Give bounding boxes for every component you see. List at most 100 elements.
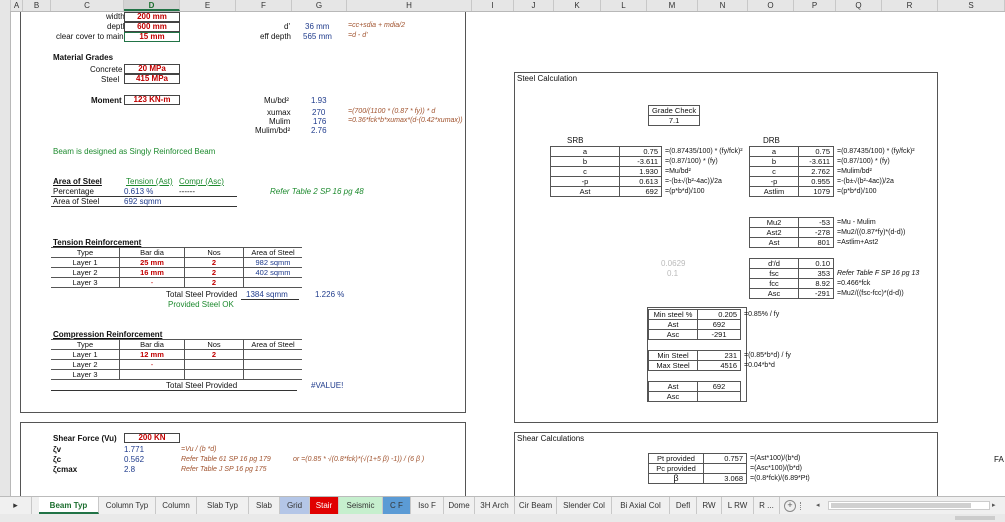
table-cell: -p bbox=[550, 176, 620, 187]
worksheet-area[interactable]: width 200 mm depth 600 mm clear cover to… bbox=[11, 12, 1005, 496]
drb-label: DRB bbox=[763, 136, 780, 145]
nos-input[interactable]: 2 bbox=[184, 267, 244, 278]
depth-input[interactable]: 600 mm bbox=[124, 22, 180, 32]
sheet-tab[interactable]: Grid bbox=[280, 497, 310, 514]
area-compr-header: Compr (Asc) bbox=[179, 177, 224, 186]
sheet-tab[interactable]: L RW bbox=[722, 497, 754, 514]
tc-label: ζc bbox=[53, 455, 62, 464]
tension-total-pct: 1.226 % bbox=[315, 290, 345, 299]
table-cell: Layer 1 bbox=[51, 257, 120, 268]
table-row: β 3.068 =(0.8*fck)/(6.89*Pt) bbox=[648, 473, 813, 484]
mulimbd-value: 2.76 bbox=[311, 126, 327, 135]
bar-dia-input[interactable]: 25 mm bbox=[119, 257, 185, 268]
sheet-tab[interactable]: 3H Arch bbox=[475, 497, 515, 514]
nos-input[interactable]: 2 bbox=[184, 257, 244, 268]
table-cell: Asc bbox=[749, 288, 799, 299]
tension-header-aos: Area of Steel bbox=[243, 247, 302, 258]
col-header-h[interactable]: H bbox=[347, 0, 472, 11]
sheet-tab[interactable]: Beam Typ bbox=[39, 497, 99, 514]
table-cell: Layer 3 bbox=[51, 277, 120, 288]
tab-splitter-handle[interactable] bbox=[800, 502, 804, 510]
sheet-tab[interactable]: Slab bbox=[249, 497, 280, 514]
nos-input[interactable] bbox=[184, 359, 244, 370]
tension-total-label: Total Steel Provided bbox=[166, 290, 238, 299]
sheet-tab[interactable]: Column Typ bbox=[99, 497, 156, 514]
col-header-j[interactable]: J bbox=[514, 0, 554, 11]
srb-label: SRB bbox=[567, 136, 584, 145]
sheet-tab[interactable]: Column bbox=[156, 497, 197, 514]
col-header-q[interactable]: Q bbox=[836, 0, 882, 11]
col-header-n[interactable]: N bbox=[698, 0, 748, 11]
zoom-slider[interactable] bbox=[955, 516, 995, 520]
width-input[interactable]: 200 mm bbox=[124, 12, 180, 22]
scroll-tabs-right-icon[interactable]: ▸ bbox=[0, 497, 32, 514]
col-header-b[interactable]: B bbox=[23, 0, 51, 11]
col-header-e[interactable]: E bbox=[180, 0, 236, 11]
aos-label: Area of Steel bbox=[53, 197, 100, 206]
sheet-tab[interactable]: RW bbox=[697, 497, 722, 514]
table-cell: Min steel % bbox=[648, 309, 698, 320]
table-cell: 1.930 bbox=[619, 166, 662, 177]
col-header-f[interactable]: F bbox=[236, 0, 292, 11]
scroll-right-icon[interactable]: ▸ bbox=[992, 501, 998, 509]
moment-input[interactable]: 123 KN-m bbox=[124, 95, 180, 105]
col-header-r[interactable]: R bbox=[882, 0, 938, 11]
table-row: Ast2 -278 =Mu2/((0.87*fy)*(d-d)) bbox=[749, 227, 909, 238]
shear-force-input[interactable]: 200 KN bbox=[124, 433, 180, 443]
bar-dia-input[interactable]: 12 mm bbox=[119, 349, 185, 360]
divider bbox=[51, 206, 237, 207]
col-header-i[interactable]: I bbox=[472, 0, 514, 11]
sheet-tab[interactable]: R ... bbox=[754, 497, 780, 514]
concrete-input[interactable]: 20 MPa bbox=[124, 64, 180, 74]
col-header-p[interactable]: P bbox=[794, 0, 836, 11]
sheet-tab[interactable]: Cir Beam bbox=[515, 497, 557, 514]
table-row: Asc -291 =Mu2/((fsc-fcc)*(d-d)) bbox=[749, 288, 923, 299]
sheet-tab[interactable]: Slab Typ bbox=[197, 497, 249, 514]
col-header-l[interactable]: L bbox=[601, 0, 647, 11]
grade-check-label: Grade Check bbox=[647, 105, 701, 116]
scroll-left-icon[interactable]: ◂ bbox=[816, 501, 822, 509]
horizontal-scrollbar[interactable] bbox=[828, 501, 990, 510]
scrollbar-thumb[interactable] bbox=[831, 503, 971, 508]
table-cell: 692 bbox=[697, 319, 741, 330]
nos-input[interactable]: 2 bbox=[184, 277, 244, 288]
add-sheet-icon[interactable]: + bbox=[784, 500, 796, 512]
col-header-m[interactable]: M bbox=[647, 0, 698, 11]
nos-input[interactable] bbox=[184, 369, 244, 380]
table-cell: 692 bbox=[619, 186, 662, 197]
sheet-tab[interactable]: Iso F bbox=[411, 497, 444, 514]
table-row: Pc provided =(Asc*100)/(b*d) bbox=[648, 463, 813, 474]
bar-dia-input[interactable]: - bbox=[119, 359, 185, 370]
sheet-tab[interactable]: Bi Axial Col bbox=[612, 497, 670, 514]
sheet-tab[interactable]: C F bbox=[383, 497, 411, 514]
sheet-tab[interactable]: Defl bbox=[670, 497, 697, 514]
col-header-c[interactable]: C bbox=[51, 0, 124, 11]
tc-value: 0.562 bbox=[124, 455, 145, 464]
steel-input[interactable]: 415 MPa bbox=[124, 74, 180, 84]
compression-header-bardia: Bar dia bbox=[119, 339, 185, 350]
mulim-value: 176 bbox=[313, 117, 327, 126]
nos-input[interactable]: 2 bbox=[184, 349, 244, 360]
sheet-tab[interactable]: Slender Col bbox=[557, 497, 612, 514]
table-cell: 0.205 bbox=[697, 309, 741, 320]
cover-input[interactable]: 15 mm bbox=[124, 32, 180, 42]
bar-dia-input[interactable]: 16 mm bbox=[119, 267, 185, 278]
sheet-tab[interactable]: Seismic bbox=[339, 497, 383, 514]
select-all-corner[interactable] bbox=[0, 0, 11, 11]
bar-dia-input[interactable] bbox=[119, 369, 185, 380]
col-header-d[interactable]: D bbox=[124, 0, 180, 11]
table-cell: -53 bbox=[798, 217, 834, 228]
col-header-a[interactable]: A bbox=[11, 0, 23, 11]
col-header-g[interactable]: G bbox=[292, 0, 347, 11]
shear-calc-title: Shear Calculations bbox=[517, 434, 585, 443]
sheet-tab[interactable]: Dome bbox=[444, 497, 475, 514]
table-cell: -278 bbox=[798, 227, 834, 238]
col-header-k[interactable]: K bbox=[554, 0, 601, 11]
table-cell: Layer 2 bbox=[51, 267, 120, 278]
sheet-tab[interactable]: Stair bbox=[310, 497, 339, 514]
mu2-table: Mu2 -53 =Mu - Mulim Ast2 -278 =Mu2/((0.87*fy… bbox=[749, 217, 909, 248]
col-header-s[interactable]: S bbox=[938, 0, 1005, 11]
col-header-o[interactable]: O bbox=[748, 0, 794, 11]
table-row: Layer 1 12 mm 2 bbox=[51, 349, 302, 360]
bar-dia-input[interactable]: - bbox=[119, 277, 185, 288]
